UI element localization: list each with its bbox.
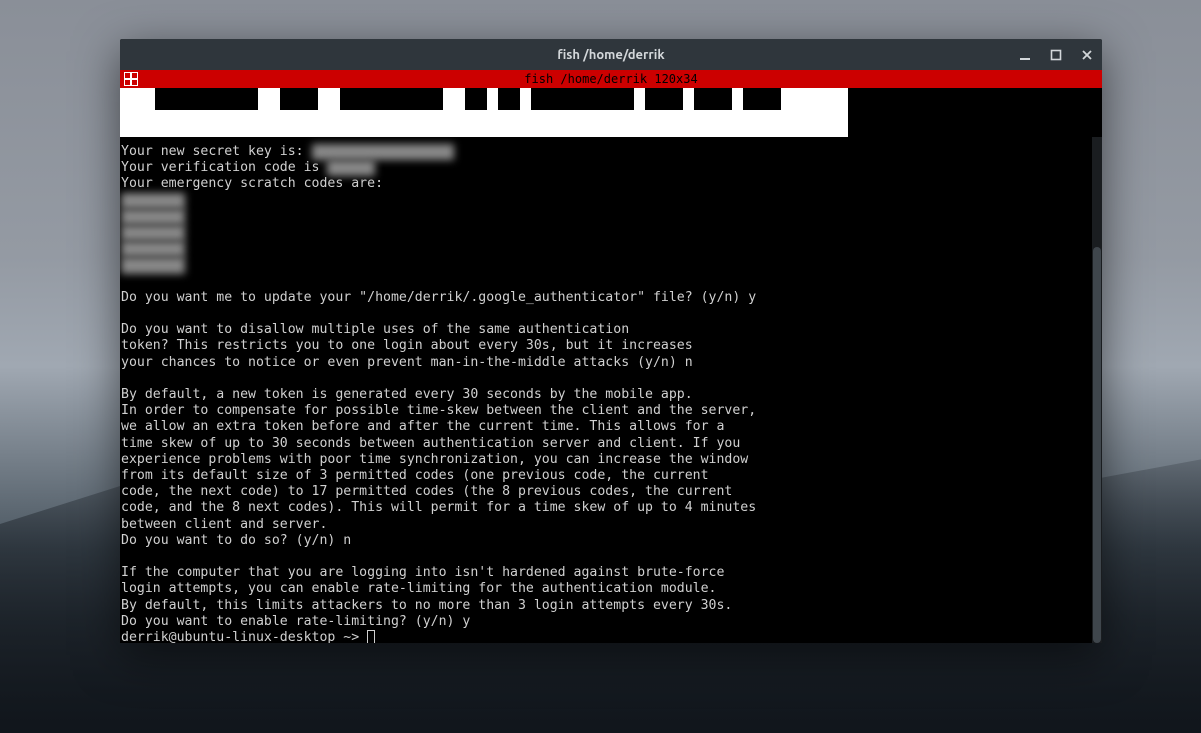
cursor-icon [367,630,375,643]
qr-code-blocks [120,88,848,110]
redacted-scratch-code: XXXXXX [121,209,185,225]
minimize-icon [1019,49,1031,61]
terminal-viewport[interactable]: Your new secret key is: XX XXXX XXXXXXXX… [120,88,1102,643]
output-line: your chances to notice or even prevent m… [121,355,693,370]
output-line: Your new secret key is: [121,144,312,159]
output-line: time skew of up to 30 seconds between au… [121,436,740,451]
output-line: Your emergency scratch codes are: [121,176,383,191]
output-line: Do you want to disallow multiple uses of… [121,322,629,337]
redacted-secret-key: XX XXXX XXXXXXXXXX [312,144,455,160]
output-line: Your verification code is [121,160,327,175]
terminal-window: fish /home/derrik fish /home/derrik 120 [120,39,1102,643]
close-icon [1081,49,1093,61]
redacted-scratch-code: XXXXXX [121,225,185,241]
terminal-scrollbar[interactable] [1092,137,1102,643]
close-button[interactable] [1071,39,1102,70]
output-line: Do you want me to update your "/home/der… [121,290,756,305]
redacted-scratch-code: XXXXXX [121,257,185,273]
tab-menu-button[interactable] [123,71,139,87]
redacted-verification-code: XXXXXX [327,160,375,176]
output-line: By default, this limits attackers to no … [121,598,732,613]
output-line: between client and server. [121,517,327,532]
terminal-output: Your new secret key is: XX XXXX XXXXXXXX… [121,144,1102,643]
output-line: experience problems with poor time synch… [121,452,748,467]
maximize-button[interactable] [1040,39,1071,70]
redacted-scratch-code: XXXXXX [121,241,185,257]
output-line: we allow an extra token before and after… [121,419,724,434]
window-titlebar[interactable]: fish /home/derrik [120,39,1102,70]
output-line: from its default size of 3 permitted cod… [121,468,709,483]
output-line: token? This restricts you to one login a… [121,338,693,353]
window-controls [1009,39,1102,70]
output-line: By default, a new token is generated eve… [121,387,693,402]
output-line: Do you want to do so? (y/n) n [121,533,351,548]
window-title: fish /home/derrik [120,48,1102,62]
shell-prompt: derrik@ubuntu-linux-desktop ~> [121,630,367,643]
output-line: login attempts, you can enable rate-limi… [121,581,716,596]
scrollbar-thumb[interactable] [1093,247,1101,643]
output-line: In order to compensate for possible time… [121,403,756,418]
tab-menu-icon [124,72,138,86]
terminal-tab-bar: fish /home/derrik 120x34 [120,70,1102,88]
output-line: If the computer that you are logging int… [121,565,724,580]
output-line: code, the next code) to 17 permitted cod… [121,484,732,499]
output-line: Do you want to enable rate-limiting? (y/… [121,614,470,629]
maximize-icon [1050,49,1062,61]
redacted-scratch-code: XXXXXX [121,193,185,209]
output-line: code, and the 8 next codes). This will p… [121,500,756,515]
minimize-button[interactable] [1009,39,1040,70]
tab-label: fish /home/derrik 120x34 [120,72,1102,86]
